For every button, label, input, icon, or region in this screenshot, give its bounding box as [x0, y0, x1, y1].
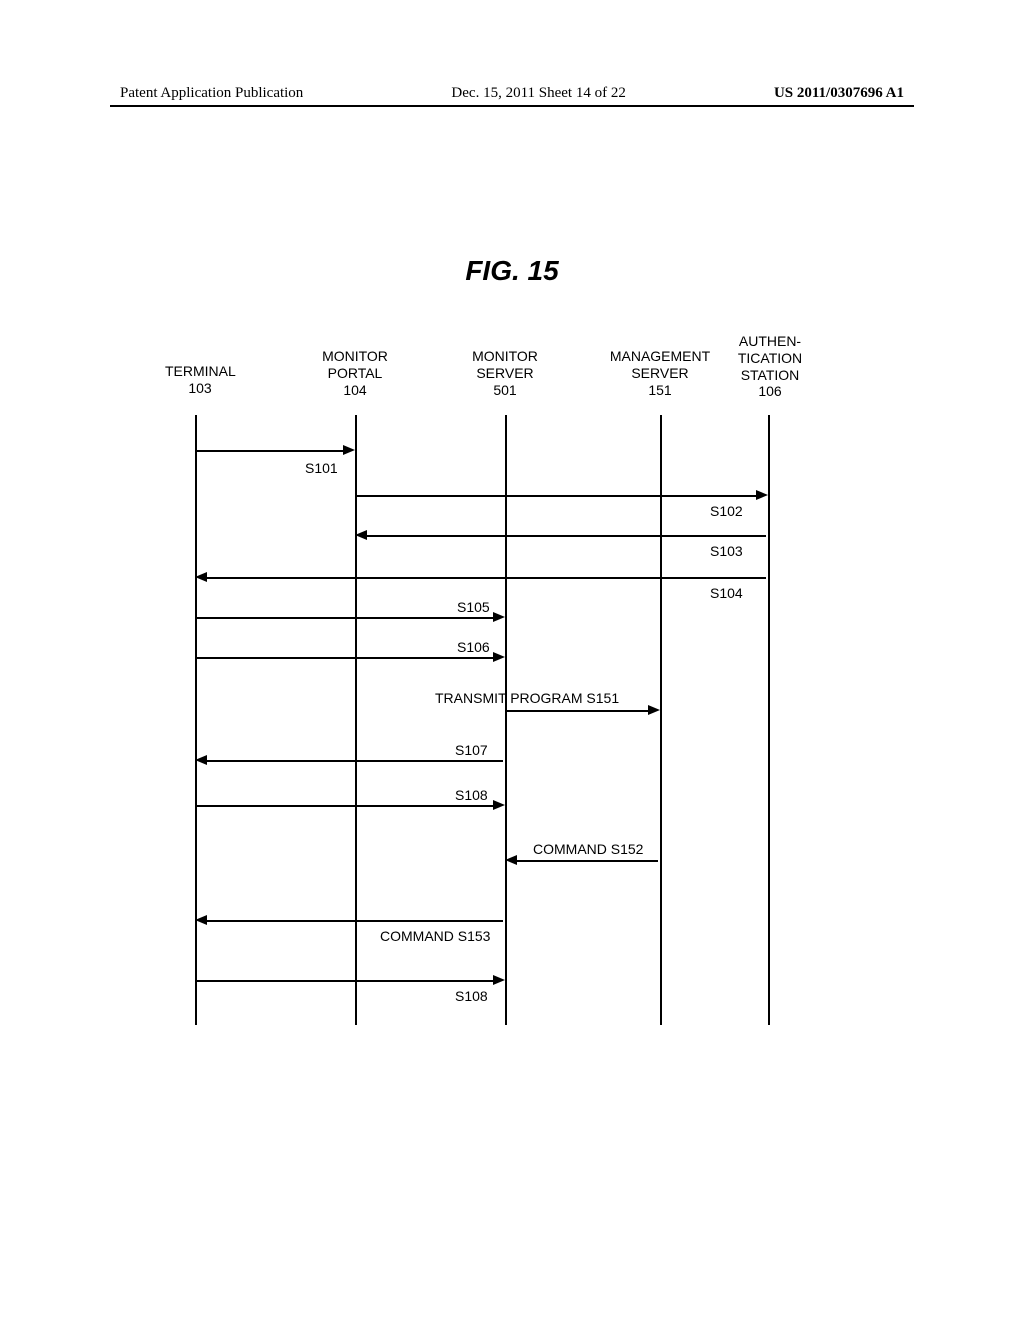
arrowhead-s107	[195, 755, 207, 765]
label-s153: COMMAND S153	[380, 928, 490, 944]
header-publication: Patent Application Publication	[120, 85, 303, 102]
header-date-sheet: Dec. 15, 2011 Sheet 14 of 22	[451, 85, 625, 102]
arrow-s108-1	[197, 805, 495, 807]
arrowhead-s153	[195, 915, 207, 925]
label-s108-2: S108	[455, 988, 488, 1004]
label-s151: TRANSMIT PROGRAM S151	[435, 690, 619, 706]
label-s102: S102	[710, 503, 743, 519]
label-s106: S106	[457, 639, 490, 655]
arrow-s104	[207, 577, 766, 579]
arrow-s152	[517, 860, 658, 862]
arrowhead-s108-2	[493, 975, 505, 985]
arrow-s101	[197, 450, 345, 452]
label-s101: S101	[305, 460, 338, 476]
arrow-s102	[357, 495, 758, 497]
arrowhead-s105	[493, 612, 505, 622]
label-s104: S104	[710, 585, 743, 601]
label-s108-1: S108	[455, 787, 488, 803]
label-s107: S107	[455, 742, 488, 758]
lifeline-monitor-server	[505, 415, 507, 1025]
actor-monitor-portal: MONITOR PORTAL 104	[315, 348, 395, 398]
arrowhead-s106	[493, 652, 505, 662]
arrowhead-s152	[505, 855, 517, 865]
header-divider	[110, 105, 914, 107]
arrow-s107	[207, 760, 503, 762]
arrowhead-s104	[195, 572, 207, 582]
figure-title: FIG. 15	[0, 255, 1024, 287]
label-s105: S105	[457, 599, 490, 615]
arrowhead-s103	[355, 530, 367, 540]
label-s103: S103	[710, 543, 743, 559]
arrowhead-s151	[648, 705, 660, 715]
arrow-s153	[207, 920, 503, 922]
arrow-s108-2	[197, 980, 495, 982]
label-s152: COMMAND S152	[533, 841, 643, 857]
lifeline-authentication	[768, 415, 770, 1025]
sequence-diagram: TERMINAL 103 MONITOR PORTAL 104 MONITOR …	[155, 355, 875, 1035]
header-patent-number: US 2011/0307696 A1	[774, 85, 904, 102]
arrow-s151	[507, 710, 650, 712]
lifeline-monitor-portal	[355, 415, 357, 1025]
actor-monitor-server: MONITOR SERVER 501	[465, 348, 545, 398]
arrow-s106	[197, 657, 495, 659]
actor-terminal: TERMINAL 103	[165, 363, 235, 397]
arrowhead-s101	[343, 445, 355, 455]
arrowhead-s108-1	[493, 800, 505, 810]
actor-management-server: MANAGEMENT SERVER 151	[605, 348, 715, 398]
actor-authentication: AUTHEN- TICATION STATION 106	[730, 333, 810, 400]
lifeline-terminal	[195, 415, 197, 1025]
arrow-s103	[367, 535, 766, 537]
lifeline-management-server	[660, 415, 662, 1025]
arrowhead-s102	[756, 490, 768, 500]
arrow-s105	[197, 617, 495, 619]
